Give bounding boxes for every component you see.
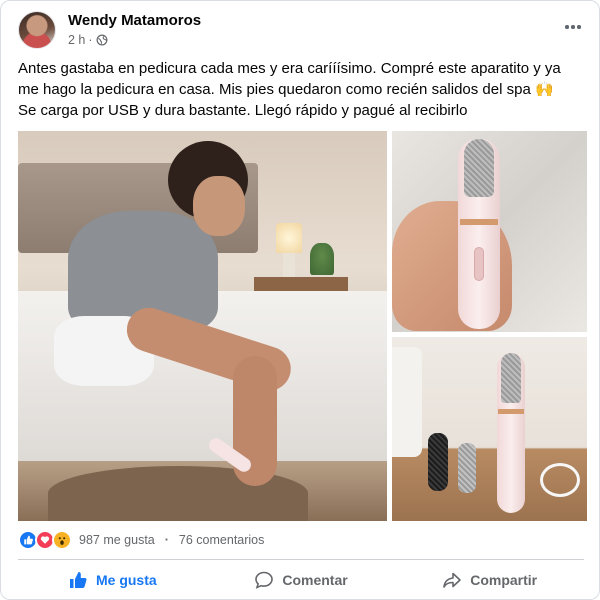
reaction-icons	[18, 530, 72, 550]
photo-device-accessories[interactable]	[392, 337, 587, 521]
reactions-summary[interactable]: 987 me gusta · 76 comentarios	[18, 529, 264, 551]
more-options-icon[interactable]	[562, 17, 584, 37]
author-avatar[interactable]	[18, 11, 56, 49]
comments-count[interactable]: 76 comentarios	[179, 533, 264, 547]
author-name[interactable]: Wendy Matamoros	[68, 12, 201, 29]
thumbs-up-icon	[69, 572, 87, 588]
share-label: Compartir	[470, 572, 538, 588]
photo-device-in-hand[interactable]	[392, 131, 587, 332]
like-button[interactable]: Me gusta	[18, 563, 207, 597]
meta-separator: ·	[88, 33, 93, 47]
comment-icon	[255, 571, 274, 589]
divider	[18, 559, 584, 560]
globe-icon[interactable]	[96, 34, 108, 46]
post-text-line: me hago la pedicura en casa. Mis pies qu…	[18, 81, 554, 98]
share-icon	[443, 572, 462, 588]
photo-woman-pedicure[interactable]	[18, 131, 387, 521]
post-header: Wendy Matamoros 2 h ·	[18, 11, 584, 51]
share-button[interactable]: Compartir	[395, 563, 584, 597]
post-time[interactable]: 2 h	[68, 33, 85, 47]
post-card: Wendy Matamoros 2 h · Antes gastaba en p…	[0, 0, 600, 600]
comment-label: Comentar	[282, 572, 348, 588]
post-meta: 2 h ·	[68, 33, 108, 47]
likes-count[interactable]: 987 me gusta	[79, 533, 155, 547]
count-separator: ·	[164, 533, 169, 547]
photo-grid	[18, 131, 587, 521]
comment-button[interactable]: Comentar	[207, 563, 396, 597]
post-text: Antes gastaba en pedicura cada mes y era…	[18, 58, 584, 121]
post-text-line: Se carga por USB y dura bastante. Llegó …	[18, 102, 468, 119]
like-label: Me gusta	[95, 572, 157, 588]
post-text-line: Antes gastaba en pedicura cada mes y era…	[18, 60, 561, 77]
post-actions: Me gusta Comentar Compartir	[18, 563, 584, 597]
wow-reaction-icon	[52, 530, 72, 550]
